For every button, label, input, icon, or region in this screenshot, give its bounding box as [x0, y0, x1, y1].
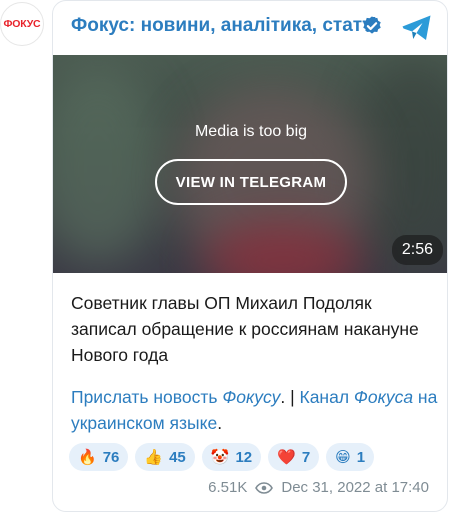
fire-icon: 🔥: [78, 448, 97, 466]
reaction-count: 7: [301, 448, 311, 466]
channel-name-link[interactable]: Фокус: новини, аналітика, статті: [71, 15, 377, 37]
clown-icon: 🤡: [210, 448, 230, 466]
reaction-fire[interactable]: 🔥 76: [69, 443, 129, 471]
reactions-bar: 🔥 76 👍 45 🤡 12 ❤️ 7 😁 1: [69, 443, 375, 471]
video-duration-badge: 2:56: [391, 235, 443, 265]
post-meta: 6.51K Dec 31, 2022 at 17:40: [208, 479, 429, 496]
media-too-big-message: Media is too big: [194, 123, 308, 140]
separator: |: [285, 387, 300, 407]
reaction-count: 1: [356, 448, 366, 466]
submit-news-link[interactable]: Прислать новость Фокусу: [71, 387, 280, 407]
verified-check-icon: [363, 16, 381, 34]
reaction-clown[interactable]: 🤡 12: [201, 443, 262, 471]
reaction-grin[interactable]: 😁 1: [326, 443, 375, 471]
post-card: Фокус: новини, аналітика, статті Media i…: [52, 0, 448, 512]
post-header: Фокус: новини, аналітика, статті: [53, 1, 447, 55]
view-in-telegram-button[interactable]: VIEW IN TELEGRAM: [155, 159, 347, 205]
post-links: Прислать новость Фокусу. | Канал Фокуса …: [71, 384, 441, 436]
channel-avatar[interactable]: ФОКУС: [0, 2, 44, 46]
grin-icon: 😁: [335, 448, 351, 466]
heart-icon: ❤️: [277, 448, 296, 466]
telegram-logo-icon[interactable]: [401, 14, 433, 42]
reaction-count: 76: [102, 448, 120, 466]
trail-punct: .: [217, 413, 223, 433]
thumbs-up-icon: 👍: [144, 448, 164, 466]
reaction-count: 12: [235, 448, 253, 466]
reaction-thumbs-up[interactable]: 👍 45: [135, 443, 195, 471]
blurred-background: [53, 65, 163, 265]
post-date-link[interactable]: Dec 31, 2022 at 17:40: [281, 479, 429, 496]
reaction-count: 45: [169, 448, 186, 466]
view-count: 6.51K: [208, 479, 248, 496]
video-preview[interactable]: Media is too big VIEW IN TELEGRAM 2:56: [53, 55, 447, 273]
avatar-logo-text: ФОКУС: [3, 18, 41, 30]
eye-icon: [255, 481, 274, 494]
reaction-heart[interactable]: ❤️ 7: [268, 443, 320, 471]
post-text: Советник главы ОП Михаил Подоляк записал…: [71, 293, 419, 365]
